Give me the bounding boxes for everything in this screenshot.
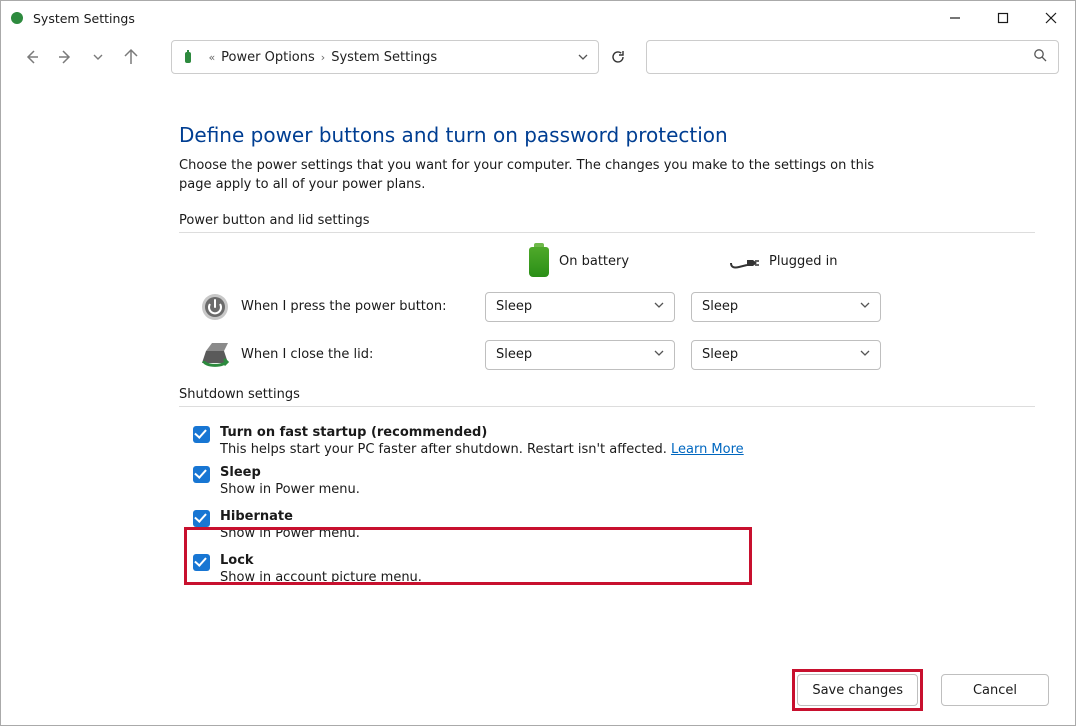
on-battery-label: On battery (559, 254, 629, 269)
chevron-down-icon (654, 347, 664, 362)
content-area: Define power buttons and turn on passwor… (1, 79, 1075, 589)
maximize-button[interactable] (979, 1, 1027, 35)
window-controls (931, 1, 1075, 35)
page-title: Define power buttons and turn on passwor… (179, 123, 1035, 147)
window-title: System Settings (33, 11, 135, 26)
page-intro: Choose the power settings that you want … (179, 157, 899, 195)
close-lid-label: When I close the lid: (241, 347, 485, 362)
hibernate-title: Hibernate (220, 509, 360, 524)
on-battery-header: On battery (529, 247, 729, 277)
power-button-icon (197, 291, 233, 323)
plugged-in-label: Plugged in (769, 254, 837, 269)
power-button-battery-select[interactable]: Sleep (485, 292, 675, 322)
nav-back-button[interactable] (17, 42, 46, 72)
search-box[interactable] (646, 40, 1059, 74)
section-power-button-label: Power button and lid settings (179, 213, 1035, 228)
power-button-plugged-select[interactable]: Sleep (691, 292, 881, 322)
fast-startup-checkbox[interactable] (193, 426, 210, 443)
search-icon (1033, 48, 1048, 67)
refresh-button[interactable] (603, 40, 634, 74)
column-headers: On battery Plugged in (179, 247, 1035, 277)
minimize-button[interactable] (931, 1, 979, 35)
breadcrumb-item[interactable]: Power Options (221, 50, 315, 65)
power-options-icon (180, 48, 198, 66)
plugged-in-header: Plugged in (729, 254, 929, 269)
sleep-desc: Show in Power menu. (220, 482, 360, 497)
nav-forward-button[interactable] (50, 42, 79, 72)
select-value: Sleep (496, 299, 532, 314)
lock-desc: Show in account picture menu. (220, 570, 422, 585)
chevron-right-icon: › (321, 51, 325, 64)
nav-recent-button[interactable] (83, 42, 112, 72)
save-button[interactable]: Save changes (797, 674, 918, 706)
chevron-down-icon (860, 347, 870, 362)
close-button[interactable] (1027, 1, 1075, 35)
section-divider (179, 232, 1035, 233)
sleep-title: Sleep (220, 465, 360, 480)
power-button-row: When I press the power button: Sleep Sle… (197, 291, 1035, 323)
nav-row: « Power Options › System Settings (1, 35, 1075, 79)
cancel-button[interactable]: Cancel (941, 674, 1049, 706)
fast-startup-desc: This helps start your PC faster after sh… (220, 442, 744, 457)
lid-icon (197, 339, 233, 371)
lock-checkbox[interactable] (193, 554, 210, 571)
select-value: Sleep (496, 347, 532, 362)
sleep-item: Sleep Show in Power menu. (193, 461, 1035, 501)
chevron-left-icon: « (208, 51, 215, 64)
fast-startup-title: Turn on fast startup (recommended) (220, 425, 744, 440)
app-icon (9, 10, 25, 26)
address-bar[interactable]: « Power Options › System Settings (171, 40, 598, 74)
section-shutdown-label: Shutdown settings (179, 387, 1035, 402)
learn-more-link[interactable]: Learn More (671, 442, 744, 457)
power-button-label: When I press the power button: (241, 299, 485, 314)
chevron-down-icon (654, 299, 664, 314)
hibernate-desc: Show in Power menu. (220, 526, 360, 541)
nav-up-button[interactable] (116, 42, 145, 72)
lock-item: Lock Show in account picture menu. (193, 549, 1035, 589)
close-lid-row: When I close the lid: Sleep Sleep (197, 339, 1035, 371)
close-lid-battery-select[interactable]: Sleep (485, 340, 675, 370)
sleep-checkbox[interactable] (193, 466, 210, 483)
plug-icon (729, 255, 759, 269)
title-bar: System Settings (1, 1, 1075, 35)
select-value: Sleep (702, 299, 738, 314)
fast-startup-item: Turn on fast startup (recommended) This … (193, 421, 1035, 461)
section-divider (179, 406, 1035, 407)
address-dropdown-button[interactable] (568, 51, 598, 63)
chevron-down-icon (860, 299, 870, 314)
select-value: Sleep (702, 347, 738, 362)
hibernate-checkbox[interactable] (193, 510, 210, 527)
breadcrumb-item[interactable]: System Settings (331, 50, 437, 65)
battery-icon (529, 247, 549, 277)
highlight-save: Save changes (792, 669, 923, 711)
hibernate-item: Hibernate Show in Power menu. (193, 501, 1035, 549)
close-lid-plugged-select[interactable]: Sleep (691, 340, 881, 370)
footer-buttons: Save changes Cancel (792, 669, 1049, 711)
lock-title: Lock (220, 553, 422, 568)
